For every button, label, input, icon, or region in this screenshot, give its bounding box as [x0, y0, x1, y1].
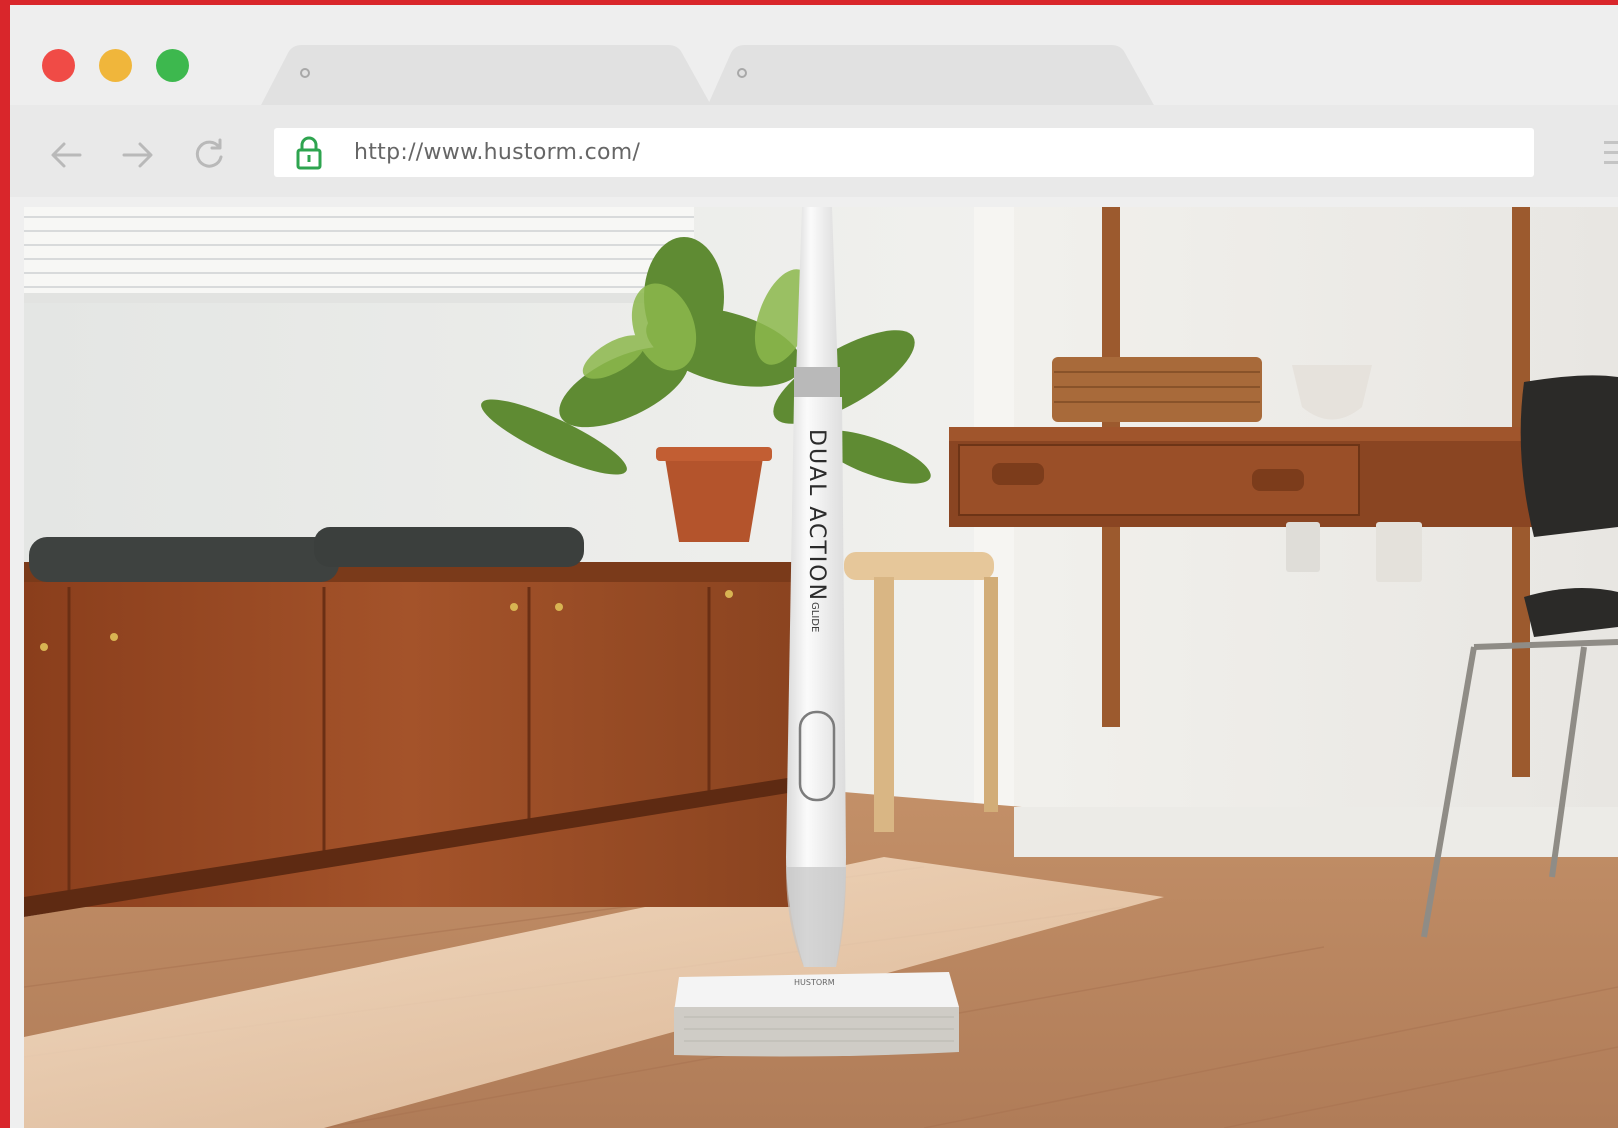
arrow-left-icon	[51, 142, 82, 168]
lock-icon	[296, 136, 322, 170]
zoom-window-button[interactable]	[156, 49, 189, 82]
mop-handle-subtext: GLIDE	[809, 602, 820, 632]
reload-button[interactable]	[190, 135, 230, 175]
minimize-window-button[interactable]	[99, 49, 132, 82]
hero-image: DUAL ACTION GLIDE HUSTORM	[24, 207, 1618, 1128]
menu-button[interactable]	[1596, 135, 1618, 171]
arrow-right-icon	[122, 142, 153, 168]
tab-favicon-icon	[300, 68, 310, 78]
tab-favicon-icon	[737, 68, 747, 78]
reload-icon	[195, 138, 223, 168]
tab-shape	[707, 45, 1155, 107]
hamburger-menu-icon	[1604, 141, 1618, 164]
browser-toolbar: http://www.hustorm.com/	[10, 105, 1618, 197]
mop-handle-text: DUAL ACTION	[804, 429, 829, 602]
forward-button[interactable]	[118, 135, 158, 175]
mop-head-text: HUSTORM	[794, 978, 835, 987]
title-bar	[10, 5, 1618, 107]
tab-shape	[260, 45, 712, 107]
back-button[interactable]	[46, 135, 86, 175]
browser-tab-1[interactable]	[260, 45, 716, 107]
url-text[interactable]: http://www.hustorm.com/	[354, 140, 640, 165]
browser-window: http://www.hustorm.com/ DUAL ACTION GLID…	[10, 5, 1618, 1128]
address-bar[interactable]: http://www.hustorm.com/	[274, 128, 1534, 177]
close-window-button[interactable]	[42, 49, 75, 82]
browser-tab-2[interactable]	[707, 45, 1163, 107]
page-viewport: DUAL ACTION GLIDE HUSTORM	[24, 207, 1618, 1128]
